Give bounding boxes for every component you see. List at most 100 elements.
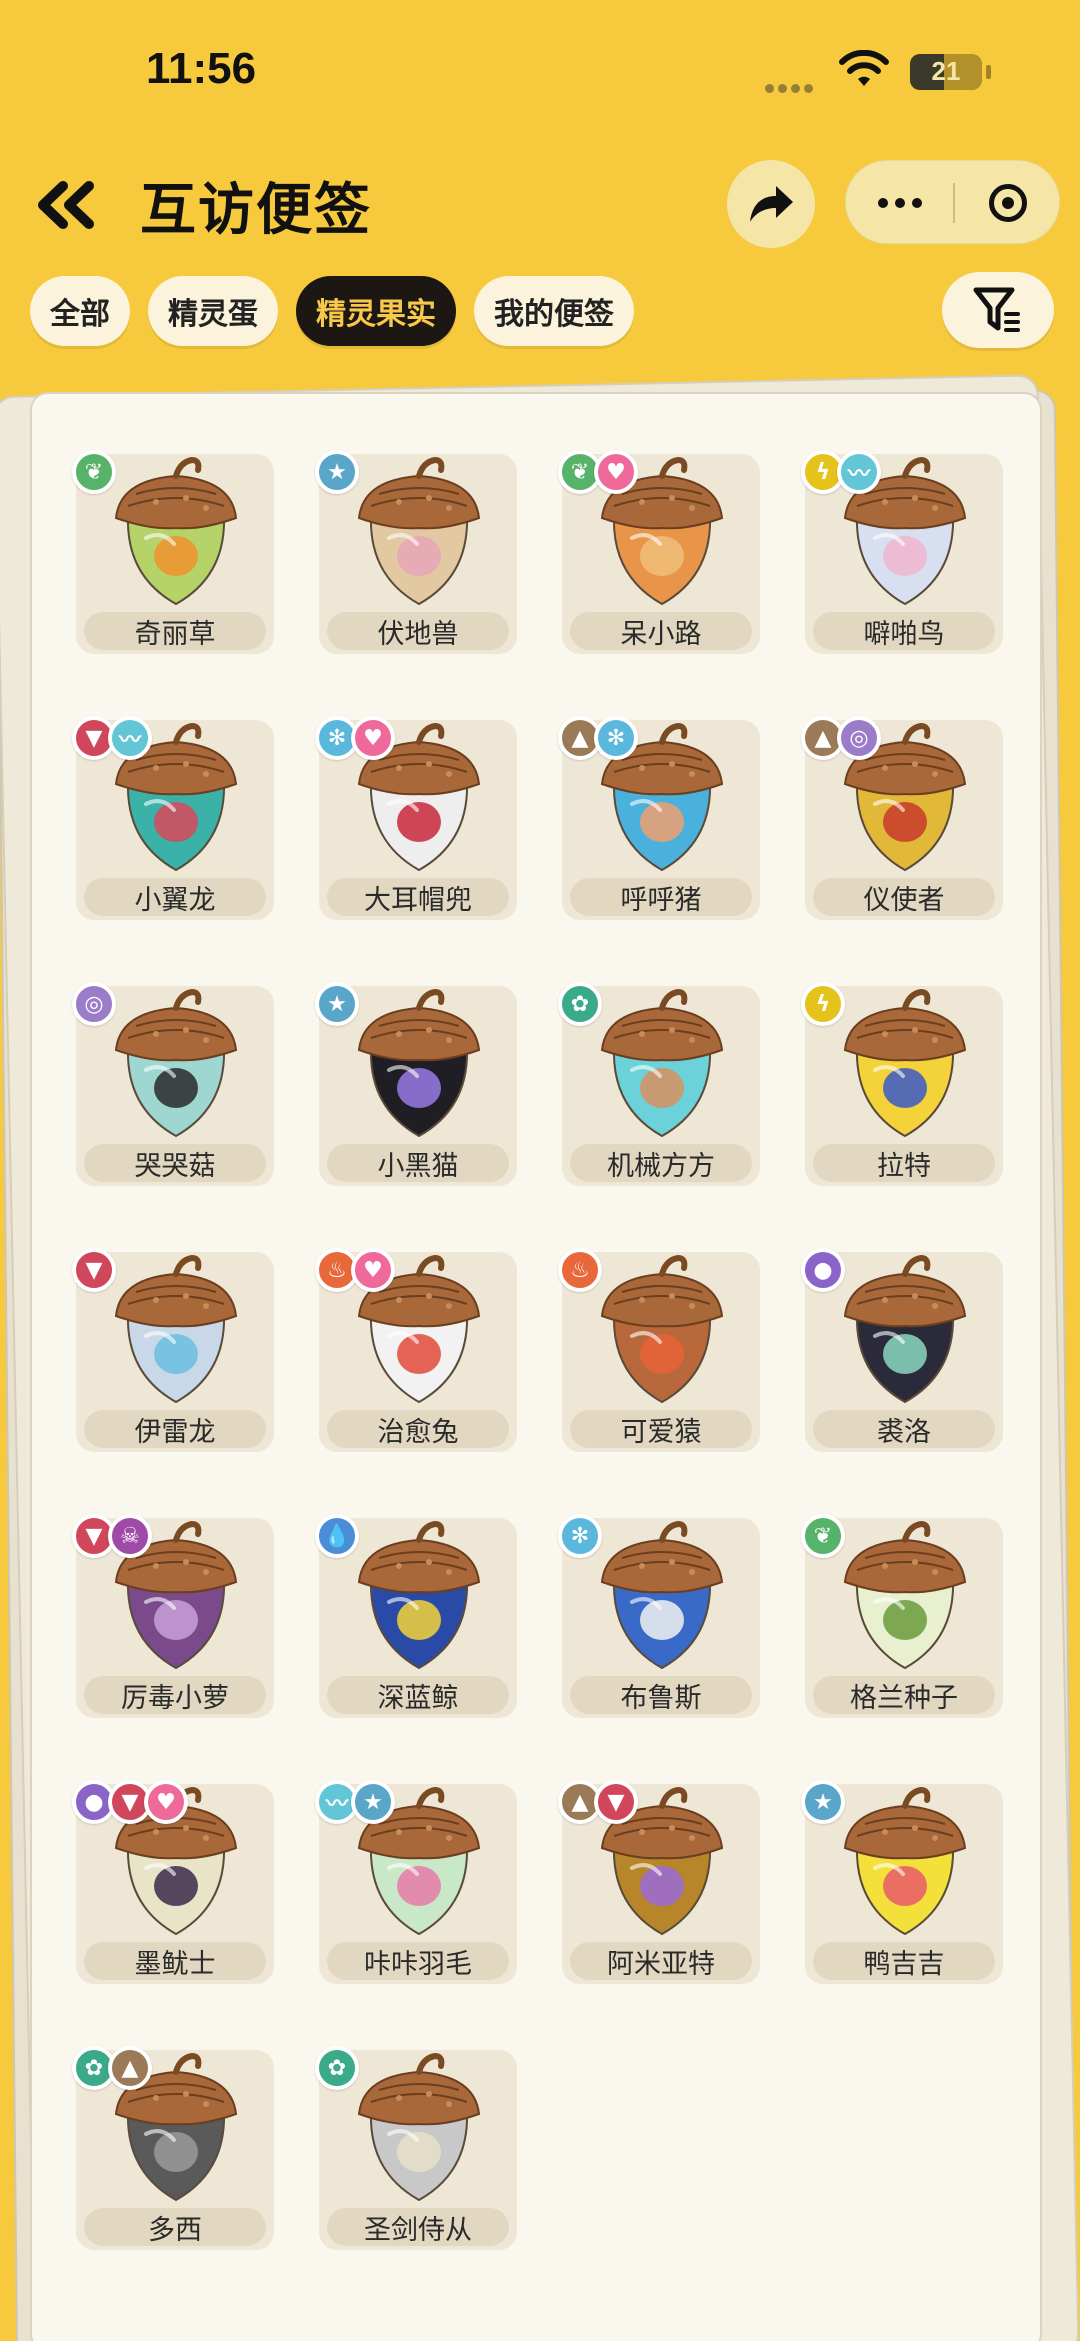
fruit-card[interactable]: ✻ ♥ 大耳帽兜	[315, 716, 517, 920]
fruit-card[interactable]: ▲ ✻ 呼呼猪	[558, 716, 760, 920]
acorn-fruit-icon	[600, 988, 724, 1138]
fruit-card[interactable]: ϟ 〰噼啪鸟	[801, 450, 1003, 654]
normal-type-icon: ★	[351, 1780, 395, 1824]
category-tabs: 全部 精灵蛋 精灵果实 我的便签	[30, 276, 634, 346]
fruit-name: 伊雷龙	[84, 1410, 266, 1448]
fruit-card[interactable]: ♨ ♥ 治愈兔	[315, 1248, 517, 1452]
fruit-name: 圣剑侍从	[327, 2208, 509, 2246]
fruit-card[interactable]: ❦ 奇丽草	[72, 450, 274, 654]
fruit-card[interactable]: ▲ ▼ 阿米亚特	[558, 1780, 760, 1984]
wifi-icon	[839, 50, 889, 86]
page-title: 互访便签	[140, 178, 372, 243]
tab-fruits[interactable]: 精灵果实	[296, 276, 456, 346]
type-badges: ●	[801, 1248, 845, 1292]
fruit-name: 小黑猫	[327, 1144, 509, 1182]
ghost-type-icon: ●	[801, 1248, 845, 1292]
fruit-card[interactable]: ★ 伏地兽	[315, 450, 517, 654]
close-miniprogram-button[interactable]	[955, 161, 1061, 245]
type-badges: ✿	[558, 982, 602, 1026]
type-badges: ◎	[72, 982, 116, 1026]
acorn-fruit-icon	[114, 1254, 238, 1404]
fruit-card[interactable]: 〰 ★ 咔咔羽毛	[315, 1780, 517, 1984]
fruit-name: 深蓝鲸	[327, 1676, 509, 1714]
fruit-card[interactable]: 💧 深蓝鲸	[315, 1514, 517, 1718]
type-badges: ★	[315, 982, 359, 1026]
type-badges: ▼ 〰	[72, 716, 152, 760]
acorn-fruit-icon	[357, 988, 481, 1138]
fruit-card[interactable]: ✻ 布鲁斯	[558, 1514, 760, 1718]
fruit-list-panel: ❦ 奇丽草 ★ 伏地兽 ❦ ♥ 呆小路 ϟ 〰噼啪鸟 ▼ 〰小翼龙 ✻ ♥ 大耳…	[30, 392, 1042, 2341]
fruit-card[interactable]: ▼ ☠ 厉毒小萝	[72, 1514, 274, 1718]
type-badges: ♨	[558, 1248, 602, 1292]
fruit-name: 可爱猿	[570, 1410, 752, 1448]
signal-icon	[765, 78, 825, 93]
back-button[interactable]	[30, 170, 100, 240]
fruit-card[interactable]: ● 裘洛	[801, 1248, 1003, 1452]
fairy-type-icon: ♥	[351, 1248, 395, 1292]
fruit-name: 咔咔羽毛	[327, 1942, 509, 1980]
fruit-card[interactable]: ϟ 拉特	[801, 982, 1003, 1186]
normal-type-icon: ★	[801, 1780, 845, 1824]
acorn-fruit-icon	[843, 1520, 967, 1670]
acorn-fruit-icon	[357, 2052, 481, 2202]
type-badges: ♨ ♥	[315, 1248, 395, 1292]
fruit-card[interactable]: ★ 小黑猫	[315, 982, 517, 1186]
fruit-card[interactable]: ❦ ♥ 呆小路	[558, 450, 760, 654]
fruit-card[interactable]: ✿ 圣剑侍从	[315, 2046, 517, 2250]
fruit-card[interactable]: ★ 鸭吉吉	[801, 1780, 1003, 1984]
normal-type-icon: ★	[315, 982, 359, 1026]
tab-my-notes[interactable]: 我的便签	[474, 276, 634, 346]
fruit-name: 呼呼猪	[570, 878, 752, 916]
fruit-card[interactable]: ▲ ◎ 仪使者	[801, 716, 1003, 920]
miniprogram-capsule	[845, 160, 1060, 244]
fruit-name: 哭哭菇	[84, 1144, 266, 1182]
fruit-name: 仪使者	[813, 878, 995, 916]
dragon-type-icon: ▼	[72, 1248, 116, 1292]
type-badges: ★	[315, 450, 359, 494]
acorn-fruit-icon	[843, 1786, 967, 1936]
type-badges: ❦ ♥	[558, 450, 638, 494]
illusion-type-icon: ◎	[72, 982, 116, 1026]
fruit-name: 墨鱿士	[84, 1942, 266, 1980]
machine-type-icon: ✿	[315, 2046, 359, 2090]
fruit-card[interactable]: ❦ 格兰种子	[801, 1514, 1003, 1718]
battery-level: 21	[931, 56, 961, 86]
fruit-card[interactable]: ▼ 伊雷龙	[72, 1248, 274, 1452]
fruit-card[interactable]: ◎ 哭哭菇	[72, 982, 274, 1186]
fairy-type-icon: ♥	[594, 450, 638, 494]
type-badges: ★	[801, 1780, 845, 1824]
acorn-fruit-icon	[843, 988, 967, 1138]
target-icon	[989, 184, 1027, 222]
fruit-card[interactable]: ✿ ▲ 多西	[72, 2046, 274, 2250]
share-button[interactable]	[727, 160, 815, 248]
type-badges: ϟ	[801, 982, 845, 1026]
share-arrow-icon	[750, 186, 793, 222]
fruit-name: 呆小路	[570, 612, 752, 650]
water-type-icon: 💧	[315, 1514, 359, 1558]
tab-eggs[interactable]: 精灵蛋	[148, 276, 278, 346]
fruit-grid: ❦ 奇丽草 ★ 伏地兽 ❦ ♥ 呆小路 ϟ 〰噼啪鸟 ▼ 〰小翼龙 ✻ ♥ 大耳…	[72, 450, 1026, 2250]
acorn-fruit-icon	[600, 1520, 724, 1670]
tab-all[interactable]: 全部	[30, 276, 130, 346]
more-button[interactable]	[846, 161, 953, 245]
grass-type-icon: ❦	[72, 450, 116, 494]
acorn-fruit-icon	[357, 456, 481, 606]
fruit-name: 小翼龙	[84, 878, 266, 916]
wing-type-icon: 〰	[108, 716, 152, 760]
fruit-card[interactable]: ● ▼ ♥ 墨鱿士	[72, 1780, 274, 1984]
filter-funnel-icon	[973, 287, 1020, 332]
type-badges: ✿ ▲	[72, 2046, 152, 2090]
fruit-card[interactable]: ✿ 机械方方	[558, 982, 760, 1186]
machine-type-icon: ✿	[558, 982, 602, 1026]
electric-type-icon: ϟ	[801, 982, 845, 1026]
fruit-card[interactable]: ♨ 可爱猿	[558, 1248, 760, 1452]
type-badges: ▲ ✻	[558, 716, 638, 760]
fire-type-icon: ♨	[558, 1248, 602, 1292]
filter-button[interactable]	[942, 272, 1054, 348]
ice-type-icon: ✻	[558, 1514, 602, 1558]
fruit-name: 多西	[84, 2208, 266, 2246]
fruit-card[interactable]: ▼ 〰小翼龙	[72, 716, 274, 920]
status-bar: 11:56 21	[0, 0, 1080, 130]
type-badges: ▲ ▼	[558, 1780, 638, 1824]
fruit-name: 伏地兽	[327, 612, 509, 650]
